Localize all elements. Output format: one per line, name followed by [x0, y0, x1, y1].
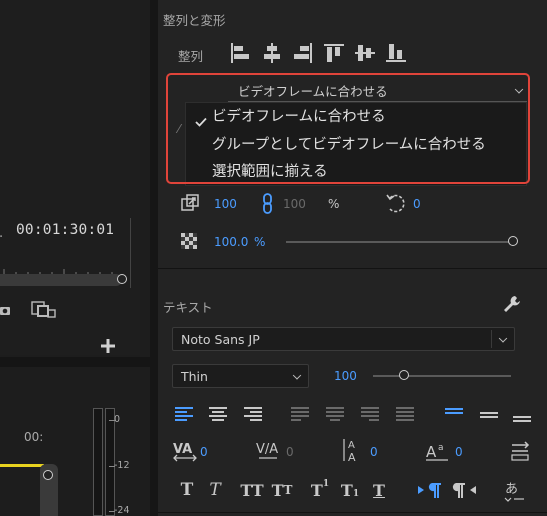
- timecode-prefix: .: [0, 226, 3, 241]
- svg-text:A: A: [348, 440, 355, 451]
- wrench-icon[interactable]: [502, 294, 522, 314]
- timeline-scroll-handle[interactable]: [43, 470, 53, 480]
- small-caps-icon[interactable]: TT: [268, 478, 296, 502]
- justify-all-icon[interactable]: [393, 402, 417, 426]
- timeline-time-label: 00:: [24, 430, 44, 444]
- scale-height-value[interactable]: 100: [283, 197, 306, 211]
- subscript-icon[interactable]: T1: [338, 478, 362, 502]
- timeline-panel: 00:: [0, 368, 70, 516]
- add-button-plus-icon[interactable]: [99, 337, 117, 355]
- align-bottom-text-icon[interactable]: [510, 404, 534, 428]
- tracking-icon: VA: [172, 438, 198, 464]
- align-text-right-icon[interactable]: [241, 402, 265, 426]
- baseline-shift-value[interactable]: 0: [455, 445, 463, 459]
- tsume-icon[interactable]: あ: [502, 478, 528, 504]
- rotation-icon: [384, 192, 408, 214]
- align-center-horizontal-icon[interactable]: [259, 40, 285, 66]
- meter-tick-24: -24: [114, 505, 130, 516]
- align-transform-title: 整列と変形: [163, 13, 226, 28]
- right-to-left-text-icon[interactable]: [452, 478, 480, 502]
- section-divider: [158, 512, 547, 513]
- program-zoom-bar[interactable]: [0, 274, 122, 286]
- left-to-right-text-icon[interactable]: [416, 478, 444, 502]
- zoom-bar-handle[interactable]: [117, 274, 127, 284]
- svg-text:a: a: [438, 443, 444, 453]
- dropdown-divider: [491, 330, 492, 348]
- align-center-vertical-icon[interactable]: [352, 40, 378, 66]
- justify-last-center-icon[interactable]: [323, 402, 347, 426]
- meter-tick-12: -12: [114, 460, 130, 471]
- kerning-icon: V/A: [255, 438, 281, 464]
- scale-icon: [180, 193, 200, 213]
- annotation-highlight-box: [166, 73, 530, 184]
- scale-percent-label: %: [328, 197, 340, 211]
- opacity-value[interactable]: 100.0: [214, 235, 248, 249]
- tab-width-icon[interactable]: [508, 438, 534, 464]
- work-area-bar[interactable]: [0, 464, 44, 467]
- superscript-icon[interactable]: T1: [308, 478, 332, 502]
- text-section-title: テキスト: [163, 300, 213, 315]
- program-ruler[interactable]: [0, 262, 130, 277]
- kerning-value[interactable]: 0: [286, 445, 294, 459]
- meter-tick-0: 0: [114, 414, 121, 425]
- svg-text:あ: あ: [505, 482, 518, 497]
- audio-meter-panel: 0 -12 -24: [76, 368, 150, 516]
- align-text-left-icon[interactable]: [172, 402, 196, 426]
- section-divider: [158, 268, 547, 269]
- chevron-down-icon: [292, 371, 302, 380]
- svg-text:VA: VA: [173, 442, 192, 457]
- export-frame-camera-icon[interactable]: [0, 302, 12, 318]
- leading-value[interactable]: 0: [370, 445, 378, 459]
- font-family-dropdown[interactable]: Noto Sans JP: [172, 327, 515, 351]
- font-size-value[interactable]: 100: [334, 369, 357, 383]
- align-text-center-icon[interactable]: [206, 402, 230, 426]
- opacity-checker-icon: [181, 233, 197, 249]
- align-left-icon[interactable]: [227, 40, 253, 66]
- opacity-unit: %: [254, 235, 266, 249]
- font-style-value: Thin: [181, 368, 208, 384]
- underline-icon[interactable]: T: [368, 478, 390, 502]
- justify-last-left-icon[interactable]: [288, 402, 312, 426]
- scale-value[interactable]: 100: [214, 197, 237, 211]
- bold-icon[interactable]: T: [176, 478, 198, 502]
- font-style-dropdown[interactable]: Thin: [172, 364, 309, 388]
- align-right-icon[interactable]: [290, 40, 316, 66]
- font-size-slider[interactable]: [373, 375, 511, 377]
- audio-meter-left: [93, 408, 103, 516]
- font-style-toolbar: T T TT TT T1 T1 T あ: [172, 478, 542, 504]
- leading-icon: AA: [340, 436, 366, 464]
- align-top-icon[interactable]: [321, 40, 347, 66]
- opacity-slider-handle[interactable]: [508, 236, 518, 246]
- panel-divider[interactable]: [150, 0, 158, 516]
- left-panel-separator: [0, 357, 150, 367]
- opacity-slider[interactable]: [286, 241, 512, 243]
- comparison-view-icon[interactable]: [31, 300, 57, 320]
- align-top-text-icon[interactable]: [442, 402, 466, 426]
- font-family-value: Noto Sans JP: [181, 331, 260, 347]
- program-divider: [130, 218, 131, 288]
- align-center-text-icon[interactable]: [477, 402, 501, 426]
- italic-icon[interactable]: T: [204, 478, 226, 502]
- program-monitor: . 00:01:30:01: [0, 0, 140, 355]
- svg-text:V/A: V/A: [256, 442, 278, 457]
- baseline-shift-icon: Aa: [424, 438, 450, 464]
- program-timecode[interactable]: 00:01:30:01: [16, 222, 114, 238]
- paragraph-alignment-toolbar: [172, 402, 542, 428]
- justify-last-right-icon[interactable]: [358, 402, 382, 426]
- svg-text:A: A: [426, 443, 437, 461]
- tracking-value[interactable]: 0: [200, 445, 208, 459]
- chevron-down-icon: [498, 334, 508, 343]
- align-bottom-icon[interactable]: [383, 40, 409, 66]
- align-label: 整列: [178, 49, 204, 64]
- svg-text:A: A: [348, 451, 356, 464]
- all-caps-icon[interactable]: TT: [238, 478, 266, 502]
- rotation-value[interactable]: 0: [413, 197, 421, 211]
- link-icon[interactable]: [260, 193, 276, 215]
